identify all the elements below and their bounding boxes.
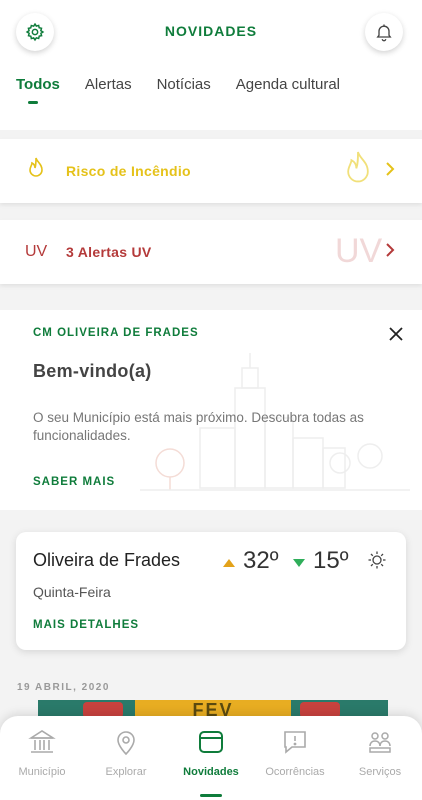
map-pin-icon xyxy=(117,731,135,756)
uv-icon: UV xyxy=(25,243,48,260)
weather-card[interactable]: Oliveira de Frades 32º 15º Quinta-Feira … xyxy=(16,532,406,650)
nav-label: Ocorrências xyxy=(265,766,325,778)
mais-detalhes-link[interactable]: MAIS DETALHES xyxy=(33,619,139,631)
close-icon[interactable] xyxy=(389,327,403,346)
page-title: NOVIDADES xyxy=(164,23,258,39)
tabs: Todos Alertas Notícias Agenda cultural xyxy=(16,76,365,104)
report-icon xyxy=(284,731,306,754)
tab-agenda-cultural[interactable]: Agenda cultural xyxy=(236,76,340,93)
nav-label: Serviços xyxy=(358,766,402,778)
fire-risk-label: Risco de Incêndio xyxy=(66,163,191,179)
welcome-text: O seu Município está mais próximo. Descu… xyxy=(33,410,364,443)
temp-up-icon xyxy=(222,555,236,573)
sun-icon xyxy=(368,551,386,574)
news-icon xyxy=(199,731,223,753)
header: NOVIDADES Todos Alertas Notícias Agenda … xyxy=(0,0,422,130)
nav-novidades[interactable]: Novidades xyxy=(169,728,253,778)
temp-min: 15º xyxy=(313,547,349,574)
tab-noticias[interactable]: Notícias xyxy=(157,76,211,93)
nav-label: Município xyxy=(18,766,66,778)
weather-city: Oliveira de Frades xyxy=(33,550,181,570)
bell-icon xyxy=(376,24,392,42)
chevron-right-icon xyxy=(384,242,396,263)
flame-watermark-icon xyxy=(340,147,376,198)
notifications-button[interactable] xyxy=(365,13,403,51)
nav-municipio[interactable]: Município xyxy=(0,728,84,778)
welcome-title: Bem-vindo(a) xyxy=(33,361,152,381)
nav-explorar[interactable]: Explorar xyxy=(84,728,168,778)
welcome-card: CM OLIVEIRA DE FRADES Bem-vindo(a) O seu… xyxy=(0,310,422,510)
nav-servicos[interactable]: Serviços xyxy=(338,728,422,778)
temp-max: 32º xyxy=(243,547,279,574)
building-icon xyxy=(28,730,56,753)
nav-active-indicator xyxy=(200,794,222,797)
weather-day: Quinta-Feira xyxy=(33,584,111,600)
nav-label: Explorar xyxy=(105,766,147,778)
uv-watermark: UV xyxy=(335,232,383,270)
tab-alertas[interactable]: Alertas xyxy=(85,76,132,93)
news-date: 19 ABRIL, 2020 xyxy=(17,682,110,693)
nav-ocorrencias[interactable]: Ocorrências xyxy=(253,728,337,778)
bottom-navigation: Município Explorar Novidades Ocorrências… xyxy=(0,716,422,800)
welcome-eyebrow: CM OLIVEIRA DE FRADES xyxy=(33,327,199,339)
uv-alerts-label: 3 Alertas UV xyxy=(66,244,152,260)
fire-risk-alert-card[interactable]: Risco de Incêndio xyxy=(0,139,422,203)
services-icon xyxy=(369,732,391,753)
nav-label: Novidades xyxy=(183,766,239,778)
uv-alert-card[interactable]: UV 3 Alertas UV UV xyxy=(0,220,422,284)
saber-mais-link[interactable]: SABER MAIS xyxy=(33,476,115,488)
flame-icon xyxy=(25,156,47,187)
chevron-right-icon xyxy=(384,161,396,182)
tab-todos[interactable]: Todos xyxy=(16,76,60,104)
temp-down-icon xyxy=(292,555,306,573)
